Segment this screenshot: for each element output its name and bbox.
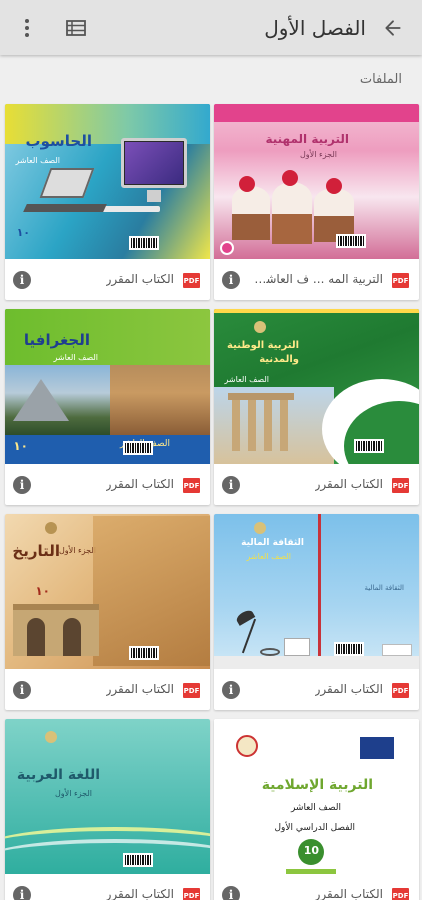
file-name: الكتاب المقرر [105, 682, 174, 696]
book-meta: PDF الكتاب المقرر i [214, 464, 419, 505]
file-name: الكتاب المقرر [314, 682, 383, 696]
pdf-icon: PDF [392, 273, 409, 288]
book-meta: PDF الكتاب المقرر i [5, 669, 210, 710]
info-icon[interactable]: i [222, 681, 240, 699]
back-button[interactable] [370, 0, 416, 55]
book-card[interactable]: التربية المهنية الجزء الأول PDF التربية … [214, 104, 419, 300]
cover-title: الحاسوب [25, 132, 92, 150]
cover-number: ١٠ [35, 584, 50, 598]
info-icon[interactable]: i [13, 271, 31, 289]
list-view-icon [66, 19, 86, 36]
book-cover: الحاسوب الصف العاشر ١٠ [5, 104, 210, 259]
book-cover: اللغة العربية الجزء الأول [5, 719, 210, 874]
pdf-icon: PDF [392, 683, 409, 698]
book-cover: التربية الوطنية والمدنية الصف العاشر [214, 309, 419, 464]
cover-subtitle: الصف العاشر [224, 375, 270, 384]
cover-subtitle: الصف العاشر [53, 353, 99, 362]
cover-title: التربية الإسلامية [261, 777, 373, 793]
info-icon[interactable]: i [222, 476, 240, 494]
more-options-button[interactable] [12, 0, 42, 55]
info-icon[interactable]: i [13, 886, 31, 900]
book-card[interactable]: الحاسوب الصف العاشر ١٠ PDF الكتاب المقرر… [5, 104, 210, 300]
cover-title: اللغة العربية [16, 767, 100, 783]
cover-title: الجغرافيا [23, 331, 90, 349]
book-cover: التربية المهنية الجزء الأول [214, 104, 419, 259]
cover-number: 10 [303, 844, 319, 857]
cover-subtitle-2: الثقافة المالية [364, 584, 404, 592]
cover-number: ١٠ [13, 439, 28, 453]
book-meta: PDF الكتاب المقرر i [214, 669, 419, 710]
file-name: الكتاب المقرر [314, 477, 383, 491]
file-name: الكتاب المقرر [105, 477, 174, 491]
section-files-label: الملفات [359, 72, 402, 87]
book-cover: الثقافة المالية الصف العاشر الثقافة الما… [214, 514, 419, 669]
book-meta: PDF الكتاب المقرر i [5, 874, 210, 900]
info-icon[interactable]: i [13, 681, 31, 699]
pdf-icon: PDF [183, 478, 200, 493]
cover-subtitle: الصف العاشر [290, 803, 341, 813]
pdf-icon: PDF [183, 273, 200, 288]
book-cover: التاريخ الجزء الأول ١٠ [5, 514, 210, 669]
book-meta: PDF التربية المه ... ف العاشر.pdf i [214, 259, 419, 300]
app-bar: الفصل الأول [0, 0, 422, 55]
book-card[interactable]: اللغة العربية الجزء الأول PDF الكتاب الم… [5, 719, 210, 900]
book-meta: PDF الكتاب المقرر i [5, 464, 210, 505]
book-meta: PDF الكتاب المقرر i [5, 259, 210, 300]
cover-title: التاريخ [12, 542, 60, 560]
book-cover: الجغرافيا الصف العاشر الصف العاشر ١٠ [5, 309, 210, 464]
file-name: التربية المه ... ف العاشر.pdf [253, 272, 383, 286]
info-icon[interactable]: i [222, 886, 240, 900]
info-icon[interactable]: i [222, 271, 240, 289]
cover-subtitle: الجزء الأول [54, 789, 92, 798]
cover-subtitle: الجزء الأول [58, 546, 96, 555]
page-title: الفصل الأول [264, 15, 366, 40]
book-card[interactable]: التربية الوطنية والمدنية الصف العاشر PDF… [214, 309, 419, 505]
cover-title: التربية الوطنية والمدنية [227, 340, 299, 365]
book-card[interactable]: التاريخ الجزء الأول ١٠ PDF الكتاب المقرر… [5, 514, 210, 710]
book-meta: PDF الكتاب المقرر i [214, 874, 419, 900]
cover-subtitle: الجزء الأول [299, 150, 337, 159]
cover-subtitle: الصف العاشر [246, 552, 292, 561]
file-name: الكتاب المقرر [314, 887, 383, 900]
pdf-icon: PDF [183, 683, 200, 698]
book-card[interactable]: التربية الإسلامية الصف العاشر الفصل الدر… [214, 719, 419, 900]
cover-title: الثقافة المالية [241, 538, 304, 548]
cover-number: ١٠ [16, 226, 30, 239]
book-cover: التربية الإسلامية الصف العاشر الفصل الدر… [214, 719, 419, 874]
pdf-icon: PDF [392, 888, 409, 900]
book-card[interactable]: الثقافة المالية الصف العاشر الثقافة الما… [214, 514, 419, 710]
book-card[interactable]: الجغرافيا الصف العاشر الصف العاشر ١٠ PDF… [5, 309, 210, 505]
arrow-back-icon [385, 19, 401, 36]
more-vert-icon [25, 18, 29, 37]
cover-subtitle: الصف العاشر [15, 156, 61, 165]
file-name: الكتاب المقرر [105, 887, 174, 900]
cover-title: التربية المهنية [265, 132, 349, 146]
cover-subtitle-2: الفصل الدراسي الأول [274, 823, 355, 833]
list-view-button[interactable] [54, 0, 98, 55]
pdf-icon: PDF [392, 478, 409, 493]
info-icon[interactable]: i [13, 476, 31, 494]
file-name: الكتاب المقرر [105, 272, 174, 286]
pdf-icon: PDF [183, 888, 200, 900]
